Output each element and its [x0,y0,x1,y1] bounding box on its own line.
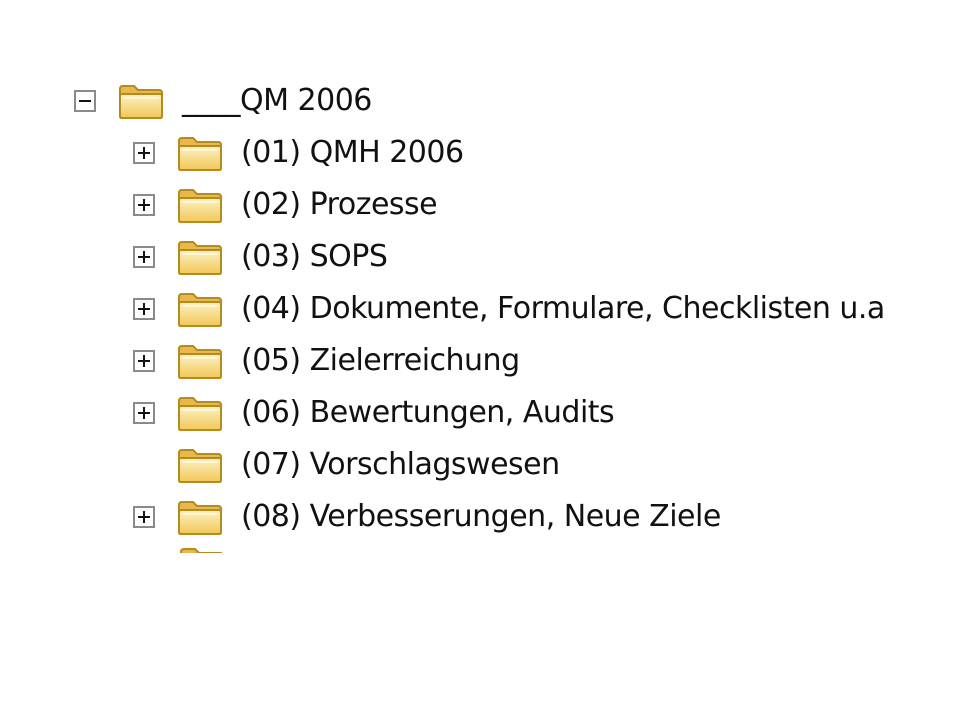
folder-icon [178,293,222,327]
tree-node-label: (07) Vorschlagswesen [241,447,560,482]
expand-icon[interactable] [133,298,155,320]
tree-node-01[interactable]: (01) QMH 2006 [133,131,464,175]
folder-icon [178,397,222,431]
expand-icon[interactable] [133,194,155,216]
expand-icon[interactable] [133,142,155,164]
tree-node-02[interactable]: (02) Prozesse [133,183,438,227]
toggle-spacer [133,454,155,476]
tree-node-label: (02) Prozesse [241,187,438,222]
folder-tree: ____QM 2006 (01) QMH 2006 (02) Prozesse … [0,0,960,720]
expand-icon[interactable] [133,402,155,424]
tree-node-08[interactable]: (08) Verbesserungen, Neue Ziele [133,495,721,539]
folder-icon [178,501,222,535]
tree-node-06[interactable]: (06) Bewertungen, Audits [133,391,615,435]
tree-node-05[interactable]: (05) Zielerreichung [133,339,520,383]
tree-node-07[interactable]: (07) Vorschlagswesen [133,443,560,487]
folder-icon [178,137,222,171]
folder-icon-cropped [178,545,226,553]
tree-node-label: (04) Dokumente, Formulare, Checklisten u… [241,291,885,326]
collapse-icon[interactable] [74,90,96,112]
tree-node-03[interactable]: (03) SOPS [133,235,388,279]
folder-icon [178,189,222,223]
expand-icon[interactable] [133,246,155,268]
tree-node-label: (05) Zielerreichung [241,343,520,378]
tree-node-root[interactable]: ____QM 2006 [74,79,372,123]
folder-icon [180,548,224,553]
tree-node-04[interactable]: (04) Dokumente, Formulare, Checklisten u… [133,287,885,331]
folder-icon [178,241,222,275]
expand-icon[interactable] [133,350,155,372]
tree-node-label: ____QM 2006 [182,83,372,118]
tree-node-label: (03) SOPS [241,239,388,274]
tree-node-label: (08) Verbesserungen, Neue Ziele [241,499,721,534]
folder-icon [178,449,222,483]
tree-node-label: (01) QMH 2006 [241,135,464,170]
expand-icon[interactable] [133,506,155,528]
folder-icon [178,345,222,379]
folder-icon [119,85,163,119]
tree-node-label: (06) Bewertungen, Audits [241,395,615,430]
